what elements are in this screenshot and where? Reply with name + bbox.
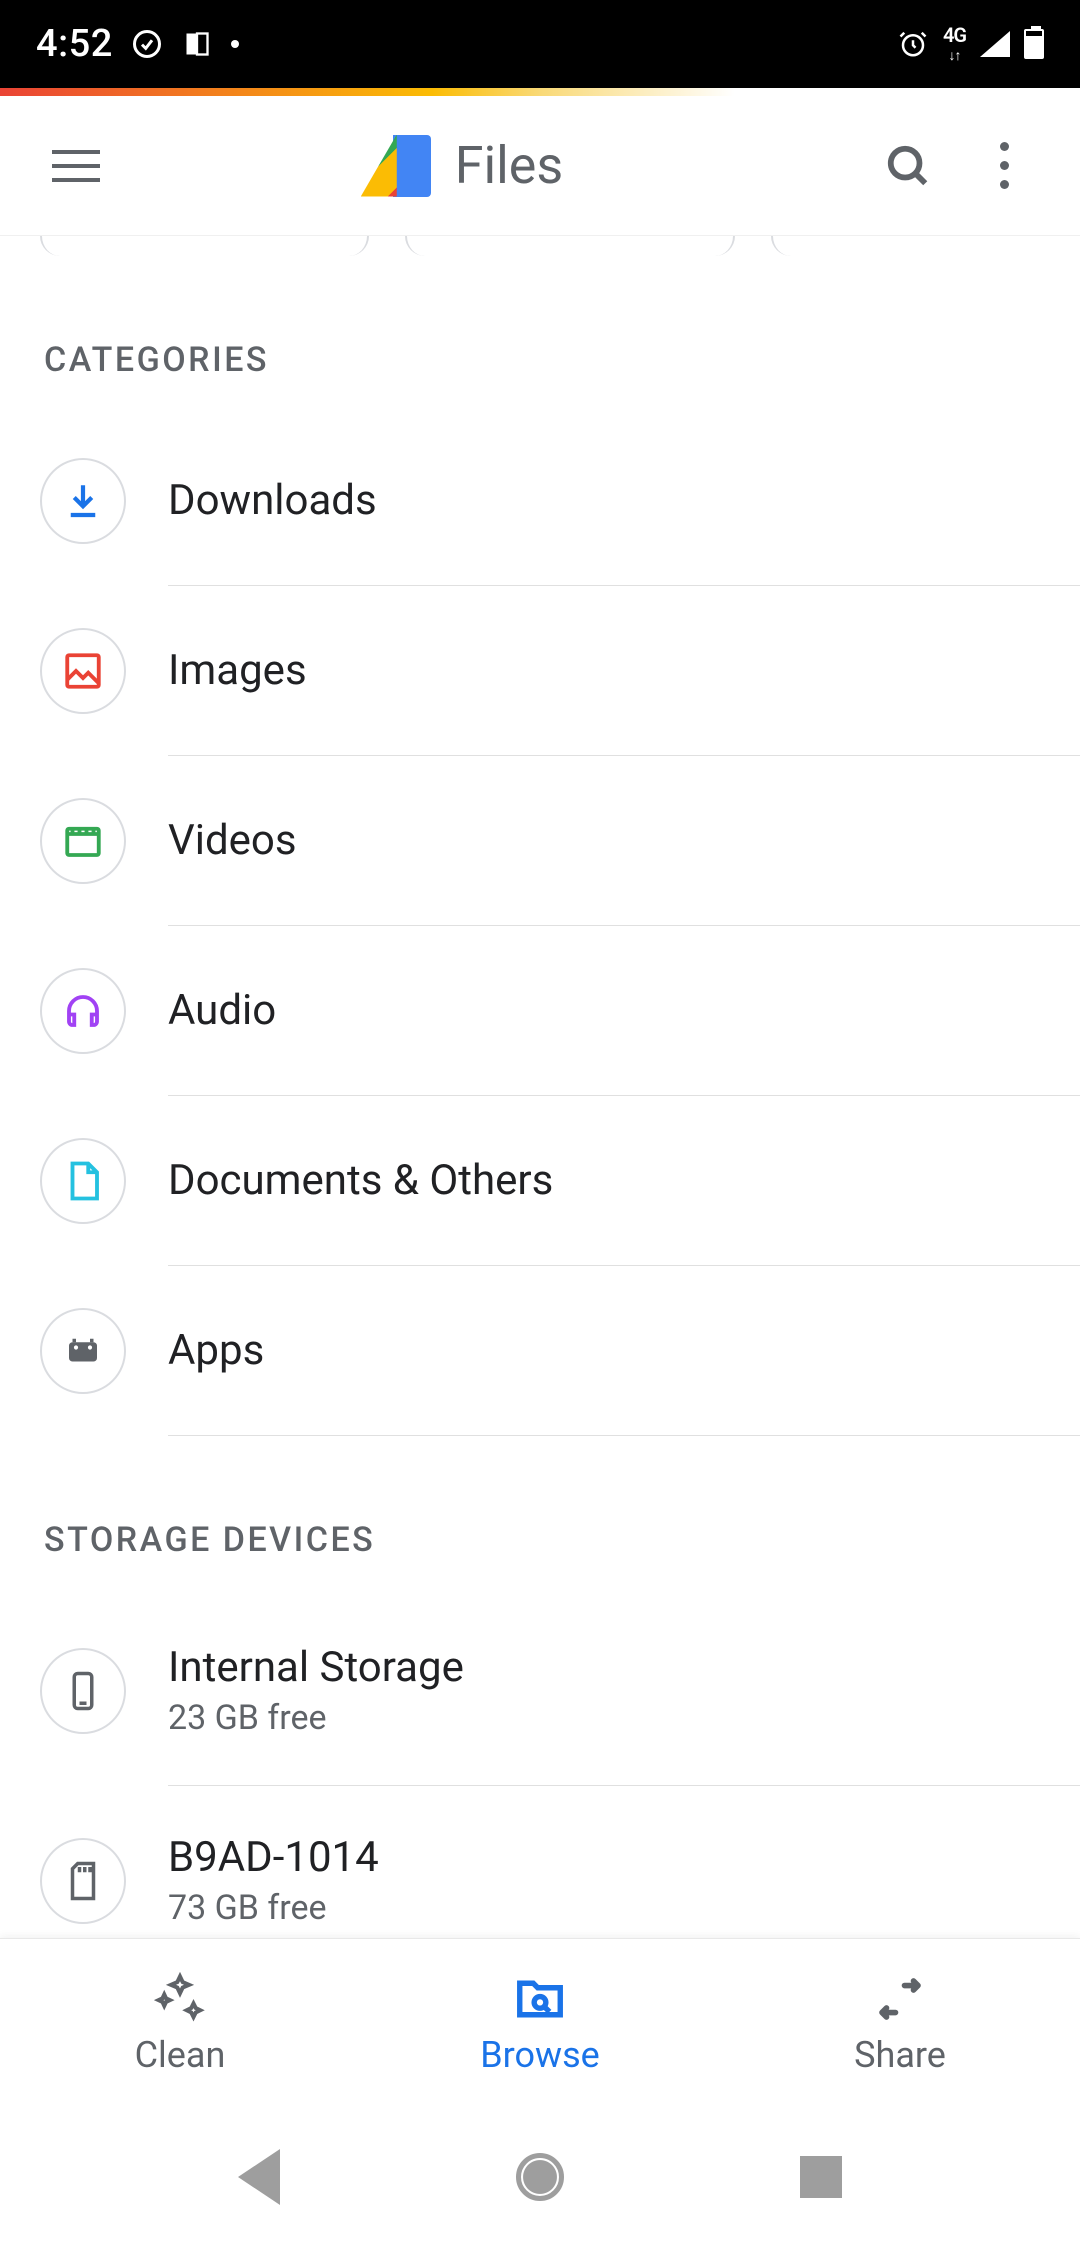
- row-label: Videos: [168, 816, 1080, 865]
- nav-browse[interactable]: Browse: [360, 1939, 720, 2108]
- app-title: Files: [455, 135, 563, 196]
- sdcard-icon: [40, 1838, 126, 1924]
- network-icon: 4G↓↑: [943, 26, 966, 63]
- dot-icon: [231, 40, 239, 48]
- document-icon: [40, 1138, 126, 1224]
- card-stub[interactable]: [40, 236, 369, 256]
- app-title-block: Files: [112, 135, 812, 197]
- card-stub[interactable]: [771, 236, 1080, 256]
- nav-label: Clean: [135, 2034, 226, 2076]
- status-bar: 4:52 4G↓↑: [0, 0, 1080, 88]
- storage-header: STORAGE DEVICES: [0, 1436, 1080, 1596]
- menu-button[interactable]: [40, 130, 112, 202]
- recent-apps-button[interactable]: [800, 2156, 842, 2198]
- category-downloads[interactable]: Downloads: [40, 416, 1080, 586]
- status-time: 4:52: [36, 22, 113, 66]
- row-label: Images: [168, 646, 1080, 695]
- bottom-navigation: Clean Browse Share: [0, 1938, 1080, 2108]
- search-button[interactable]: [872, 130, 944, 202]
- card-stub[interactable]: [405, 236, 734, 256]
- image-icon: [40, 628, 126, 714]
- row-label: Internal Storage: [168, 1643, 1080, 1692]
- alarm-icon: [897, 28, 929, 60]
- app-bar: Files: [0, 96, 1080, 236]
- row-subtitle: 23 GB free: [168, 1698, 1080, 1738]
- signal-icon: [980, 31, 1010, 57]
- audio-icon: [40, 968, 126, 1054]
- storage-internal[interactable]: Internal Storage 23 GB free: [40, 1596, 1080, 1786]
- checkmark-icon: [131, 28, 163, 60]
- nav-label: Browse: [480, 2034, 600, 2076]
- nav-share[interactable]: Share: [720, 1939, 1080, 2108]
- more-options-button[interactable]: [968, 130, 1040, 202]
- row-label: Audio: [168, 986, 1080, 1035]
- category-images[interactable]: Images: [40, 586, 1080, 756]
- video-icon: [40, 798, 126, 884]
- category-videos[interactable]: Videos: [40, 756, 1080, 926]
- loading-gradient: [0, 88, 1080, 96]
- nav-clean[interactable]: Clean: [0, 1939, 360, 2108]
- categories-list: Downloads Images Videos Audio Documents …: [0, 416, 1080, 1436]
- phone-icon: [40, 1648, 126, 1734]
- category-apps[interactable]: Apps: [40, 1266, 1080, 1436]
- row-subtitle: 73 GB free: [168, 1888, 1080, 1928]
- system-navigation-bar: [0, 2108, 1080, 2246]
- files-logo-icon: [361, 135, 431, 197]
- row-label: B9AD-1014: [168, 1833, 1080, 1882]
- back-button[interactable]: [238, 2149, 280, 2205]
- notification-icon: [181, 28, 213, 60]
- category-documents[interactable]: Documents & Others: [40, 1096, 1080, 1266]
- nav-label: Share: [854, 2034, 946, 2076]
- categories-header: CATEGORIES: [0, 256, 1080, 416]
- row-label: Downloads: [168, 476, 1080, 525]
- row-label: Apps: [168, 1326, 1080, 1375]
- storage-list: Internal Storage 23 GB free B9AD-1014 73…: [0, 1596, 1080, 1976]
- home-button[interactable]: [516, 2153, 564, 2201]
- apps-icon: [40, 1308, 126, 1394]
- battery-icon: [1024, 29, 1044, 59]
- category-audio[interactable]: Audio: [40, 926, 1080, 1096]
- download-icon: [40, 458, 126, 544]
- row-label: Documents & Others: [168, 1156, 1080, 1205]
- suggestion-cards-row: [0, 236, 1080, 256]
